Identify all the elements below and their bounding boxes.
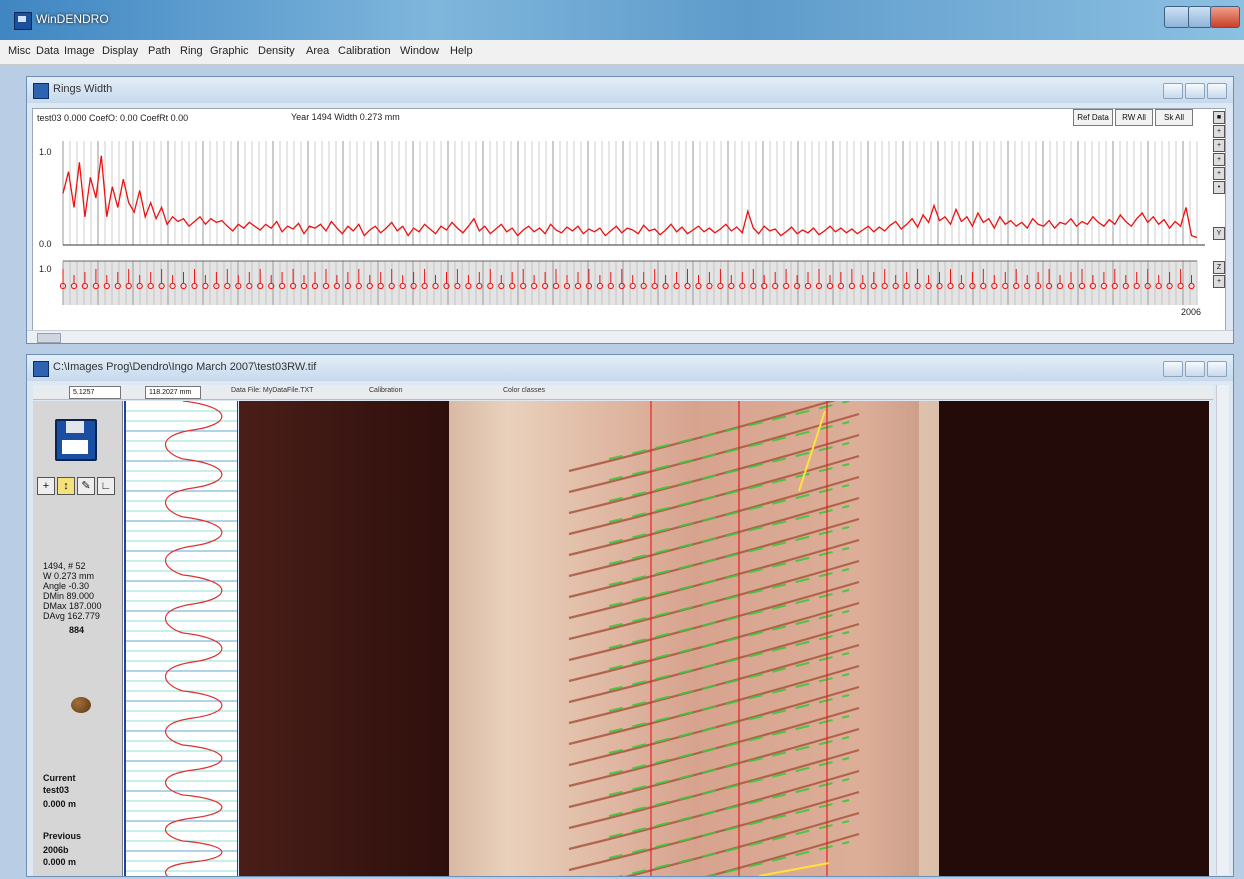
info-dmax: DMax 187.000 bbox=[43, 601, 102, 611]
background-left bbox=[239, 401, 449, 876]
info-angle: Angle -0.30 bbox=[43, 581, 90, 591]
image-window-icon bbox=[33, 361, 49, 377]
image-window-caption: C:\Images Prog\Dendro\Ingo March 2007\te… bbox=[27, 355, 1233, 381]
image-window: C:\Images Prog\Dendro\Ingo March 2007\te… bbox=[26, 354, 1234, 879]
current-name: test03 bbox=[43, 785, 70, 795]
menu-calibration[interactable]: Calibration bbox=[338, 45, 391, 57]
pencil-tool-icon[interactable]: ✎ bbox=[77, 477, 95, 495]
save-icon-label bbox=[62, 440, 88, 454]
info-davg: DAvg 162.779 bbox=[43, 611, 100, 621]
menu-misc[interactable]: Misc bbox=[8, 45, 31, 57]
app-title: WinDENDRO bbox=[36, 12, 109, 26]
rings-width-caption: Rings Width bbox=[27, 77, 1233, 103]
close-button[interactable] bbox=[1210, 6, 1240, 28]
save-icon-shutter bbox=[66, 421, 84, 433]
wood-core bbox=[449, 401, 939, 876]
menu-window[interactable]: Window bbox=[400, 45, 439, 57]
app-icon bbox=[14, 12, 32, 30]
sample-thumbnail bbox=[71, 697, 91, 713]
info-count: 884 bbox=[69, 625, 85, 635]
current-label: Current bbox=[43, 773, 76, 783]
previous-name: 2006b bbox=[43, 845, 69, 855]
ring-tool-icon[interactable]: ↕ bbox=[57, 477, 75, 495]
save-icon[interactable] bbox=[55, 419, 97, 461]
previous-label: Previous bbox=[43, 831, 82, 841]
info-panel: + ↕ ✎ ∟ 1494, # 52 W 0.273 mm Angle -0.3… bbox=[33, 401, 123, 876]
menu-help[interactable]: Help bbox=[450, 45, 473, 57]
menu-ring[interactable]: Ring bbox=[180, 45, 203, 57]
rings-width-title: Rings Width bbox=[53, 83, 113, 95]
image-toolstrip: 5.1257 118.2027 mm Data File: MyDataFile… bbox=[33, 385, 1213, 400]
color-classes-label: Color classes bbox=[503, 387, 546, 394]
maximize-button[interactable] bbox=[1188, 6, 1212, 28]
menu-path[interactable]: Path bbox=[148, 45, 171, 57]
info-year: 1494, # 52 bbox=[43, 561, 86, 571]
menu-graphic[interactable]: Graphic bbox=[210, 45, 249, 57]
menu-data[interactable]: Data bbox=[36, 45, 59, 57]
image-vertical-scrollbar[interactable] bbox=[1216, 385, 1229, 875]
app-titlebar: WinDENDRO bbox=[0, 0, 1244, 40]
info-width: W 0.273 mm bbox=[43, 571, 95, 581]
previous-value: 0.000 m bbox=[43, 857, 77, 867]
image-minimize-button[interactable] bbox=[1163, 361, 1183, 377]
rings-close-button[interactable] bbox=[1207, 83, 1227, 99]
position-field[interactable]: 5.1257 bbox=[69, 386, 121, 399]
density-curve bbox=[164, 400, 223, 879]
current-value: 0.000 m bbox=[43, 799, 77, 809]
ring-width-chart-panel: test03 0.000 CoefO: 0.00 CoefRt 0.00 Yea… bbox=[32, 108, 1226, 336]
image-restore-button[interactable] bbox=[1185, 361, 1205, 377]
angle-tool-icon[interactable]: ∟ bbox=[97, 477, 115, 495]
calibration-label: Calibration bbox=[369, 387, 403, 394]
menu-display[interactable]: Display bbox=[102, 45, 138, 57]
rings-width-window: Rings Width test03 0.000 CoefO: 0.00 Coe… bbox=[26, 76, 1234, 344]
background-right bbox=[939, 401, 1209, 876]
image-window-title: C:\Images Prog\Dendro\Ingo March 2007\te… bbox=[53, 361, 317, 373]
menu-bar: Misc Data Image Display Path Ring Graphi… bbox=[0, 40, 1244, 65]
info-dmin: DMin 89.000 bbox=[43, 591, 95, 601]
density-profile bbox=[123, 400, 238, 879]
ring-width-chart bbox=[59, 141, 1205, 305]
profile-ring-lines bbox=[125, 410, 237, 872]
density-profile-plot bbox=[124, 400, 237, 879]
rings-minimize-button[interactable] bbox=[1163, 83, 1183, 99]
minimize-button[interactable] bbox=[1164, 6, 1190, 28]
core-edge-highlight bbox=[919, 401, 939, 876]
image-close-button[interactable] bbox=[1207, 361, 1227, 377]
rings-restore-button[interactable] bbox=[1185, 83, 1205, 99]
menu-density[interactable]: Density bbox=[258, 45, 295, 57]
menu-area[interactable]: Area bbox=[306, 45, 329, 57]
datafile-label: Data File: MyDataFile.TXT bbox=[231, 387, 314, 394]
crosshair-tool-icon[interactable]: + bbox=[37, 477, 55, 495]
window-icon bbox=[33, 83, 49, 99]
wood-core-image[interactable] bbox=[239, 401, 1209, 876]
length-field[interactable]: 118.2027 mm bbox=[145, 386, 201, 399]
rings-horizontal-scrollbar[interactable] bbox=[27, 330, 1233, 343]
wood-core-scan[interactable] bbox=[239, 401, 1209, 876]
menu-image[interactable]: Image bbox=[64, 45, 95, 57]
rings-scroll-thumb[interactable] bbox=[37, 333, 61, 343]
